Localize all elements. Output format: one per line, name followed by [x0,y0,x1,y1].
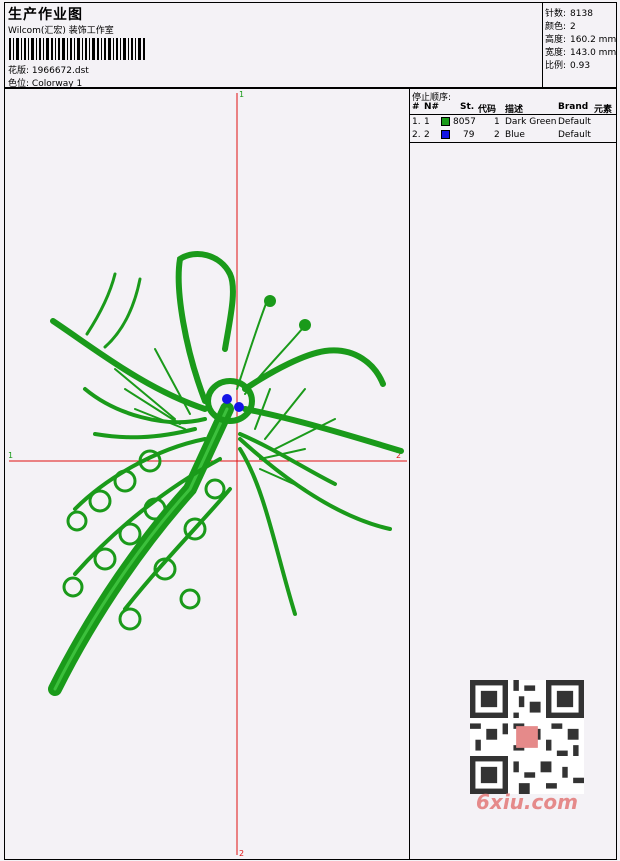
header-divider [410,114,616,115]
design-eye-right [234,402,244,412]
axis-left-marker: 1 [8,451,13,460]
page-title: 生产作业图 [8,7,83,23]
col-hash: # [412,102,420,112]
stat-stitches: 针数: 8138 [545,9,593,19]
watermark-text: 6xiu.com [476,790,578,814]
barcode [9,38,145,60]
stat-scale: 比例: 0.93 [545,61,591,71]
design-canvas: 1 2 1 2 [4,88,410,860]
col-stitches: St. [460,102,475,112]
axis-bottom-marker: 2 [239,849,244,858]
table-bottom-border [410,142,616,143]
design-line: 花版: 1966672.dst [8,63,89,76]
studio-name: Wilcom(汇宏) 装饰工作室 [8,26,114,36]
stat-width: 宽度: 143.0 mm [545,48,617,58]
design-eye-left [222,394,232,404]
stats-panel: 针数: 8138 颜色: 2 高度: 160.2 mm 宽度: 143.0 mm 比例:… [542,3,618,89]
color-swatch [441,117,450,126]
design-label: 花版: [8,66,30,76]
axis-top-marker: 1 [239,90,244,99]
embroidery-preview: 1 2 1 2 [8,90,407,858]
qr-code [470,680,584,794]
stat-height: 高度: 160.2 mm [545,35,617,45]
embroidery-design [48,251,404,696]
color-swatch [441,130,450,139]
col-brand: Brand [558,102,589,112]
worksheet: 生产作业图 Wilcom(汇宏) 装饰工作室 花版: 1966672.dst 色… [0,0,620,861]
header-panel: 生产作业图 Wilcom(汇宏) 装饰工作室 花版: 1966672.dst 色… [4,2,618,89]
stat-colors: 颜色: 2 [545,22,576,32]
col-n: N# [424,102,440,112]
design-value: 1966672.dst [31,66,89,76]
